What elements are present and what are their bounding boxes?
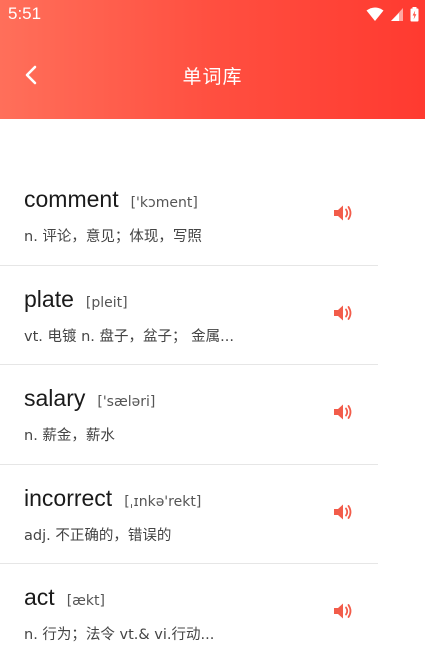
battery-icon [410, 6, 419, 22]
word-list-item[interactable]: act [ækt] n. 行为；法令 vt.& vi.行动... [0, 564, 425, 664]
word-line: plate [pleit] [24, 286, 128, 313]
pronounce-button[interactable] [330, 403, 356, 425]
word-phonetic: ['kɔment] [130, 195, 198, 211]
word-meaning: n. 行为；法令 vt.& vi.行动... [24, 627, 215, 643]
pronounce-button[interactable] [330, 602, 356, 624]
word-text: incorrect [24, 484, 113, 511]
status-icons [366, 6, 419, 22]
speaker-icon [332, 402, 354, 426]
pronounce-button[interactable] [330, 304, 356, 326]
word-meaning: n. 薪金，薪水 [24, 428, 115, 444]
app-header: 5:51 单词库 [0, 0, 425, 119]
word-list-item[interactable]: comment ['kɔment] n. 评论，意见；体现，写照 [0, 166, 425, 266]
word-list-item[interactable]: incorrect [ˌɪnkə'rekt] adj. 不正确的，错误的 [0, 465, 425, 564]
page-title: 单词库 [182, 66, 243, 88]
word-text: plate [24, 285, 74, 312]
speaker-icon [332, 303, 354, 327]
toolbar: 单词库 [0, 40, 425, 112]
word-meaning: adj. 不正确的，错误的 [24, 527, 172, 544]
word-list-item[interactable]: salary ['sæləri] n. 薪金，薪水 [0, 365, 425, 465]
word-list: comment ['kɔment] n. 评论，意见；体现，写照 plate [… [0, 166, 425, 664]
speaker-icon [332, 203, 354, 227]
pronounce-button[interactable] [330, 503, 356, 525]
speaker-icon [332, 502, 354, 526]
word-meaning: vt. 电镀 n. 盘子，盆子； 金属... [24, 328, 234, 345]
status-time: 5:51 [8, 4, 42, 23]
word-line: salary ['sæləri] [24, 385, 155, 412]
word-line: incorrect [ˌɪnkə'rekt] [24, 485, 201, 512]
word-line: comment ['kɔment] [24, 186, 198, 213]
word-list-item[interactable]: plate [pleit] vt. 电镀 n. 盘子，盆子； 金属... [0, 266, 425, 365]
word-text: salary [24, 385, 86, 411]
word-phonetic: [pleit] [85, 294, 128, 311]
wifi-icon [366, 7, 384, 22]
word-phonetic: [ˌɪnkə'rekt] [124, 493, 202, 510]
signal-icon [390, 7, 404, 22]
word-phonetic: [ækt] [66, 593, 105, 609]
pronounce-button[interactable] [330, 204, 356, 226]
word-line: act [ækt] [24, 584, 105, 611]
word-text: comment [24, 186, 119, 212]
word-text: act [24, 584, 55, 610]
word-meaning: n. 评论，意见；体现，写照 [24, 229, 202, 245]
word-phonetic: ['sæləri] [97, 394, 156, 410]
status-bar: 5:51 [0, 0, 425, 28]
speaker-icon [332, 601, 354, 625]
